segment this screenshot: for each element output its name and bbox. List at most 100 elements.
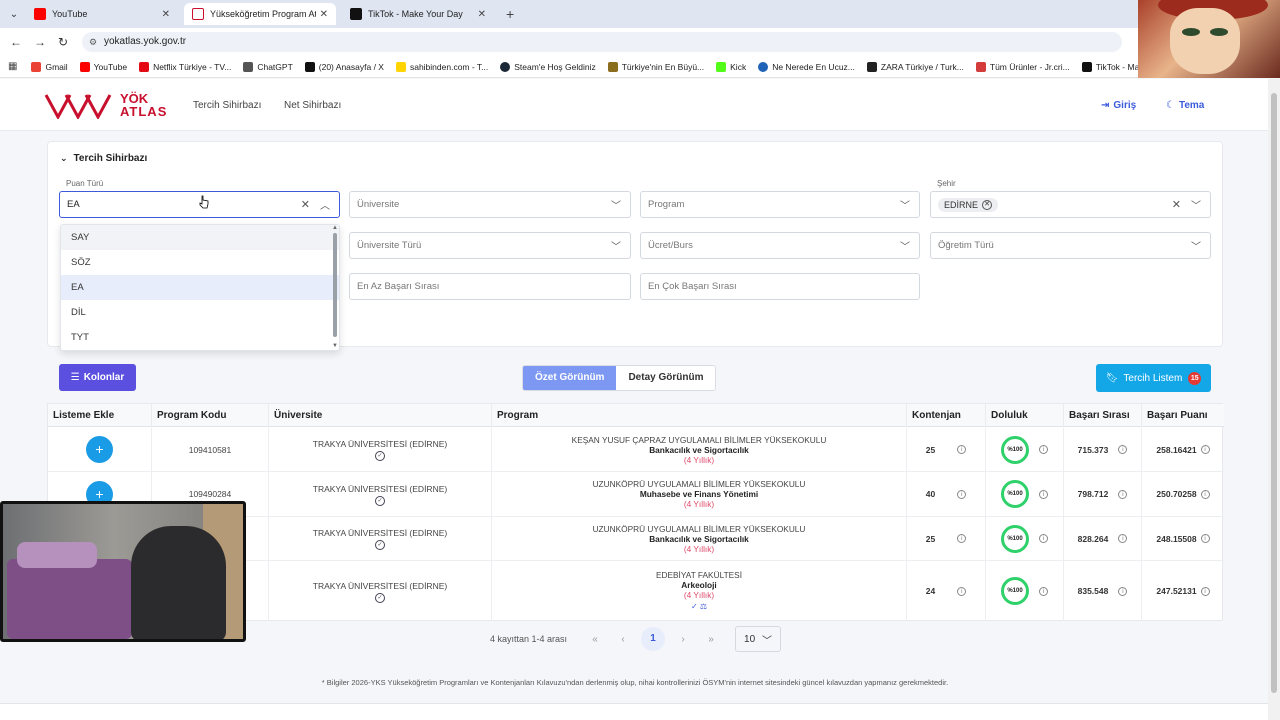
- faculty-name[interactable]: KEŞAN YUSUF ÇAPRAZ UYGULAMALI BİLİMLER Y…: [572, 435, 827, 445]
- col-header[interactable]: Kontenjan: [907, 404, 986, 427]
- info-icon[interactable]: i: [1200, 489, 1210, 499]
- option-ea[interactable]: EA: [61, 275, 339, 300]
- faculty-name[interactable]: EDEBİYAT FAKÜLTESİ: [656, 570, 742, 580]
- program-select[interactable]: Program ﹀: [640, 191, 920, 218]
- col-header[interactable]: Program: [492, 404, 907, 427]
- back-icon[interactable]: ←: [10, 35, 22, 49]
- faculty-name[interactable]: UZUNKÖPRÜ UYGULAMALI BİLİMLER YÜKSEKOKUL…: [593, 479, 806, 489]
- bookmark[interactable]: ChatGPT: [243, 61, 293, 72]
- filter-section-toggle[interactable]: ⌄ Tercih Sihirbazı: [60, 153, 147, 164]
- chevron-up-icon[interactable]: ︿: [320, 197, 330, 212]
- close-icon[interactable]: ✕: [162, 9, 170, 20]
- info-icon[interactable]: i: [957, 445, 967, 454]
- info-icon[interactable]: i: [1200, 586, 1210, 596]
- col-header[interactable]: Program Kodu: [152, 404, 269, 427]
- sehir-select[interactable]: EDİRNE ✕ ✕ ﹀: [930, 191, 1211, 218]
- dropdown-scrollbar[interactable]: [333, 233, 337, 337]
- info-icon[interactable]: i: [1118, 489, 1128, 499]
- scroll-down-icon[interactable]: ▼: [332, 343, 338, 349]
- en-az-basari-input[interactable]: En Az Başarı Sırası: [349, 273, 631, 300]
- universite-turu-select[interactable]: Üniversite Türü ﹀: [349, 232, 631, 259]
- url-field[interactable]: ⚙ yokatlas.yok.gov.tr: [82, 32, 1122, 52]
- reload-icon[interactable]: ↻: [58, 35, 68, 49]
- option-dil[interactable]: DİL: [61, 300, 339, 325]
- tercih-listem-button[interactable]: 🔖︎ Tercih Listem 15: [1096, 364, 1211, 392]
- col-header[interactable]: Doluluk: [986, 404, 1064, 427]
- info-icon[interactable]: i: [1200, 445, 1210, 454]
- page-button-current[interactable]: 1: [641, 627, 666, 651]
- en-cok-basari-input[interactable]: En Çok Başarı Sırası: [640, 273, 920, 300]
- scroll-up-icon[interactable]: ▲: [332, 225, 338, 231]
- ogretim-turu-select[interactable]: Öğretim Türü ﹀: [930, 232, 1211, 259]
- info-icon[interactable]: i: [1039, 489, 1048, 499]
- bookmark[interactable]: ZARA Türkiye / Turk...: [866, 61, 964, 72]
- logo-text[interactable]: YÖK ATLAS: [120, 92, 167, 118]
- chip-remove-icon[interactable]: ✕: [982, 199, 993, 210]
- tab-search-icon[interactable]: ⌄: [6, 6, 22, 22]
- bookmark[interactable]: Kick: [716, 61, 746, 72]
- forward-icon[interactable]: →: [34, 35, 46, 49]
- info-icon[interactable]: i: [957, 489, 967, 499]
- faculty-name[interactable]: UZUNKÖPRÜ UYGULAMALI BİLİMLER YÜKSEKOKUL…: [593, 524, 806, 534]
- info-icon[interactable]: i: [1039, 445, 1048, 454]
- bookmark-label: Netflix Türkiye - TV...: [153, 61, 232, 72]
- bookmark[interactable]: Tüm Ürünler - Jr.cri...: [975, 61, 1070, 72]
- bookmark[interactable]: Türkiye'nin En Büyü...: [607, 61, 704, 72]
- info-icon[interactable]: i: [1118, 445, 1128, 454]
- close-icon[interactable]: ✕: [478, 9, 486, 20]
- page-size-select[interactable]: 10 ﹀: [735, 626, 782, 652]
- new-tab-icon[interactable]: +: [506, 6, 514, 22]
- program-name[interactable]: Bankacılık ve Sigortacılık: [649, 534, 749, 544]
- site-info-icon[interactable]: ⚙: [89, 32, 97, 52]
- col-header[interactable]: Başarı Sırası: [1064, 404, 1142, 427]
- page-scrollbar[interactable]: [1268, 79, 1280, 720]
- info-icon[interactable]: i: [1118, 586, 1128, 596]
- bookmark[interactable]: (20) Anasayfa / X: [304, 61, 384, 72]
- ozet-gorunum-button[interactable]: Özet Görünüm: [523, 366, 617, 390]
- info-icon[interactable]: i: [1039, 586, 1048, 596]
- clear-icon[interactable]: ✕: [301, 198, 310, 211]
- tab-tiktok[interactable]: TikTok - Make Your Day ✕: [342, 3, 494, 25]
- info-icon[interactable]: i: [1118, 534, 1128, 543]
- apps-grid-icon[interactable]: ▦: [8, 61, 17, 72]
- info-icon[interactable]: i: [957, 586, 967, 596]
- nav-tercih-sihirbazi[interactable]: Tercih Sihirbazı: [193, 100, 261, 111]
- ucret-burs-select[interactable]: Ücret/Burs ﹀: [640, 232, 920, 259]
- info-icon[interactable]: i: [957, 534, 967, 543]
- last-page-icon[interactable]: »: [697, 634, 725, 645]
- col-header[interactable]: Listeme Ekle: [48, 404, 152, 427]
- bookmark[interactable]: Gmail: [31, 61, 68, 72]
- program-name[interactable]: Bankacılık ve Sigortacılık: [649, 445, 749, 455]
- chevron-down-icon[interactable]: ﹀: [1191, 197, 1201, 212]
- program-name[interactable]: Arkeoloji: [681, 580, 717, 590]
- prev-page-icon[interactable]: ‹: [609, 634, 637, 645]
- col-header[interactable]: Üniversite: [269, 404, 492, 427]
- theme-toggle[interactable]: ☾ Tema: [1166, 100, 1204, 111]
- option-soz[interactable]: SÖZ: [61, 250, 339, 275]
- scrollbar-thumb[interactable]: [1271, 93, 1277, 693]
- universite-select[interactable]: Üniversite ﹀: [349, 191, 631, 218]
- tab-yok-atlas[interactable]: Yükseköğretim Program Atlası ✕: [184, 3, 336, 25]
- first-page-icon[interactable]: «: [581, 634, 609, 645]
- clear-icon[interactable]: ✕: [1172, 198, 1181, 211]
- next-page-icon[interactable]: ›: [669, 634, 697, 645]
- add-to-list-button[interactable]: +: [86, 436, 113, 463]
- program-name[interactable]: Muhasebe ve Finans Yönetimi: [640, 489, 758, 499]
- info-icon[interactable]: i: [1200, 534, 1210, 543]
- col-header[interactable]: Başarı Puanı: [1142, 404, 1224, 427]
- nav-net-sihirbazi[interactable]: Net Sihirbazı: [284, 100, 341, 111]
- detay-gorunum-button[interactable]: Detay Görünüm: [616, 366, 716, 390]
- bookmark[interactable]: YouTube: [79, 61, 127, 72]
- bookmark[interactable]: Netflix Türkiye - TV...: [139, 61, 232, 72]
- option-tyt[interactable]: TYT: [61, 325, 339, 350]
- kolonlar-button[interactable]: ☰ Kolonlar: [59, 364, 136, 391]
- info-icon[interactable]: i: [1039, 534, 1048, 543]
- yok-logo-icon[interactable]: [44, 93, 112, 119]
- tab-youtube[interactable]: YouTube ✕: [26, 3, 178, 25]
- option-say[interactable]: SAY: [61, 225, 339, 250]
- login-link[interactable]: ⇥ Giriş: [1101, 100, 1136, 111]
- bookmark[interactable]: Ne Nerede En Ucuz...: [758, 61, 855, 72]
- close-icon[interactable]: ✕: [320, 9, 328, 20]
- bookmark[interactable]: sahibinden.com - T...: [395, 61, 488, 72]
- bookmark[interactable]: Steam'e Hoş Geldiniz: [500, 61, 596, 72]
